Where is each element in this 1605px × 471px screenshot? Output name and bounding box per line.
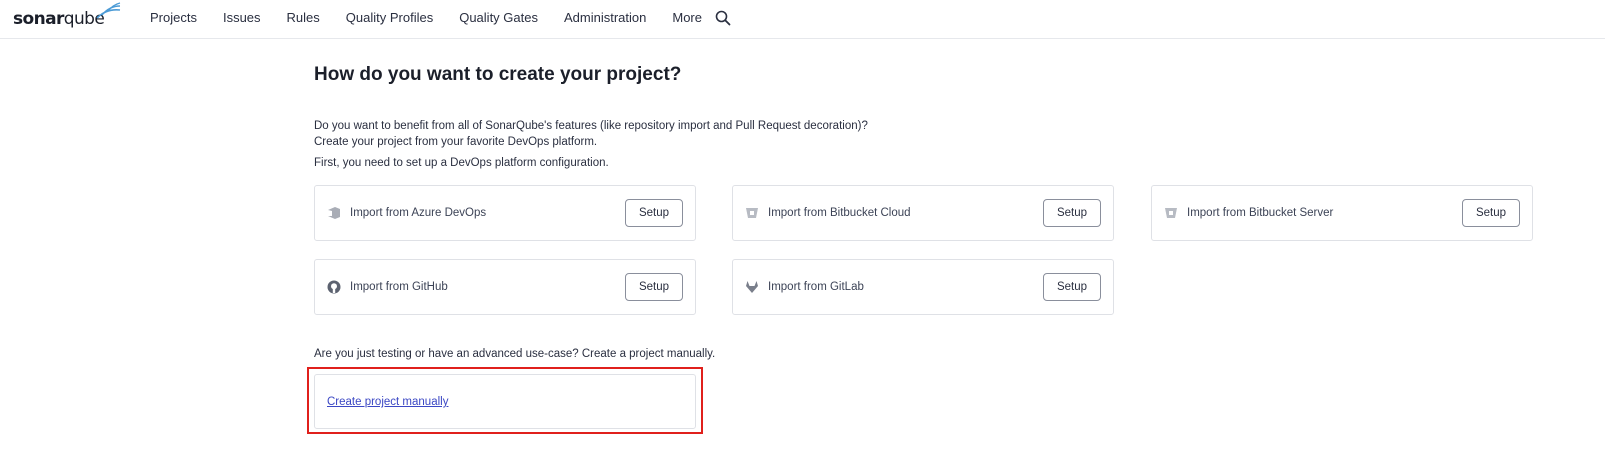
logo-waves-icon <box>96 2 121 19</box>
setup-azure-devops-button[interactable]: Setup <box>625 199 683 227</box>
nav-administration[interactable]: Administration <box>564 10 646 25</box>
platform-card-bitbucket-cloud: Import from Bitbucket Cloud Setup <box>732 185 1114 241</box>
sonarqube-logo[interactable]: sonarqube <box>13 2 121 34</box>
intro-line-3: First, you need to set up a DevOps platf… <box>314 157 609 169</box>
platform-card-github: Import from GitHub Setup <box>314 259 696 315</box>
setup-bitbucket-server-button[interactable]: Setup <box>1462 199 1520 227</box>
intro-line-2: Create your project from your favorite D… <box>314 136 598 148</box>
platform-card-azure-devops: Import from Azure DevOps Setup <box>314 185 696 241</box>
bitbucket-icon <box>1165 208 1177 218</box>
nav-quality-profiles[interactable]: Quality Profiles <box>346 10 433 25</box>
github-icon <box>327 280 341 294</box>
setup-gitlab-button[interactable]: Setup <box>1043 273 1101 301</box>
nav-projects[interactable]: Projects <box>150 10 197 25</box>
logo-text: sonarqube <box>13 9 105 29</box>
nav-rules[interactable]: Rules <box>287 10 320 25</box>
intro-line-1: Do you want to benefit from all of Sonar… <box>314 120 868 132</box>
highlight-annotation <box>307 367 703 434</box>
intro-text: Do you want to benefit from all of Sonar… <box>314 118 868 150</box>
azure-devops-icon <box>328 207 340 219</box>
main-nav: Projects Issues Rules Quality Profiles Q… <box>150 0 728 35</box>
nav-quality-gates[interactable]: Quality Gates <box>459 10 538 25</box>
platform-label: Import from Azure DevOps <box>350 207 487 219</box>
page-title: How do you want to create your project? <box>314 64 682 85</box>
platform-card-bitbucket-server: Import from Bitbucket Server Setup <box>1151 185 1533 241</box>
bitbucket-icon <box>746 208 758 218</box>
manual-prompt: Are you just testing or have an advanced… <box>314 348 716 360</box>
nav-more[interactable]: More <box>672 10 702 25</box>
setup-github-button[interactable]: Setup <box>625 273 683 301</box>
platform-label: Import from Bitbucket Server <box>1187 207 1334 219</box>
logo-text-bold: sonar <box>13 9 64 29</box>
top-navigation: sonarqube Projects Issues Rules Quality … <box>0 0 1605 39</box>
setup-bitbucket-cloud-button[interactable]: Setup <box>1043 199 1101 227</box>
nav-issues[interactable]: Issues <box>223 10 261 25</box>
platform-label: Import from GitLab <box>768 281 864 293</box>
search-icon[interactable] <box>715 10 731 26</box>
platform-label: Import from Bitbucket Cloud <box>768 207 911 219</box>
gitlab-icon <box>746 281 758 293</box>
platform-card-gitlab: Import from GitLab Setup <box>732 259 1114 315</box>
platform-label: Import from GitHub <box>350 281 448 293</box>
